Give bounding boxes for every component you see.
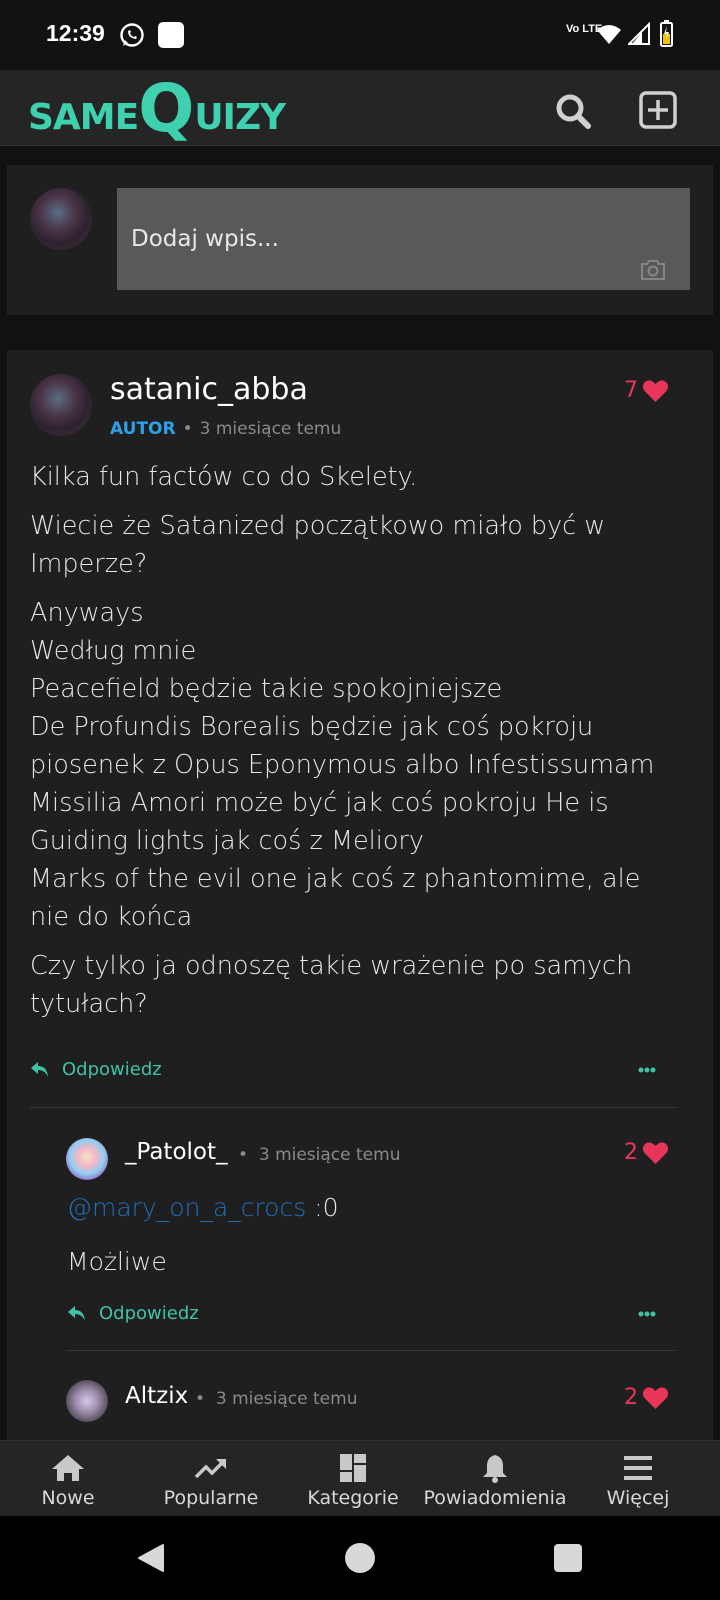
comment-avatar[interactable]	[66, 1138, 108, 1180]
samequizy-logo[interactable]: SAMEQUIZY	[28, 74, 286, 144]
mention-link[interactable]: @mary_on_a_crocs	[67, 1193, 306, 1222]
comment-like-button[interactable]: 2	[624, 1385, 669, 1410]
bottom-nav: Nowe Popularne Kategorie Powiadomienia W…	[0, 1440, 720, 1516]
post-paragraph: Czy tylko ja odnoszę takie wrażenie po s…	[30, 951, 633, 1019]
heart-icon	[642, 1386, 669, 1409]
divider	[30, 1107, 677, 1108]
whatsapp-icon	[120, 23, 144, 47]
comment-text: @mary_on_a_crocs :0	[67, 1193, 339, 1222]
more-options-icon[interactable]	[638, 1067, 656, 1073]
comment-reply-button[interactable]: Odpowiedz	[67, 1303, 199, 1324]
comment-meta: • 3 miesiące temu	[238, 1145, 401, 1165]
post-time: 3 miesiące temu	[199, 419, 342, 439]
post-paragraph: Kilka fun factów co do Skelety.	[30, 462, 418, 492]
post-meta: AUTOR • 3 miesiące temu	[110, 419, 342, 439]
author-badge: AUTOR	[110, 419, 176, 439]
home-button[interactable]	[345, 1543, 375, 1573]
compose-input[interactable]	[117, 188, 690, 290]
user-avatar[interactable]	[30, 188, 92, 250]
system-nav-bar	[0, 1516, 720, 1600]
recent-apps-button[interactable]	[554, 1544, 582, 1572]
nav-item-powiadomienia[interactable]: Powiadomienia	[420, 1441, 570, 1517]
post-body: Kilka fun factów co do Skelety. Wiecie ż…	[30, 458, 670, 1034]
heart-icon	[642, 1141, 669, 1164]
comment-author[interactable]: Altzix	[125, 1383, 188, 1409]
reply-icon	[31, 1061, 48, 1077]
post-author[interactable]: satanic_abba	[110, 372, 308, 407]
battery-icon	[660, 20, 673, 47]
status-time: 12:39	[46, 20, 105, 46]
bell-icon	[483, 1455, 507, 1483]
add-post-icon[interactable]	[638, 90, 678, 130]
signal-icon	[628, 22, 650, 45]
like-count: 7	[624, 378, 638, 403]
wifi-icon	[597, 25, 621, 44]
camera-icon[interactable]	[639, 258, 667, 282]
nav-item-kategorie[interactable]: Kategorie	[300, 1441, 406, 1517]
nav-item-wiecej[interactable]: Więcej	[596, 1441, 680, 1517]
post-card: satanic_abba AUTOR • 3 miesiące temu 7 Kil…	[7, 350, 713, 1440]
home-icon	[52, 1455, 84, 1481]
app-header: SAMEQUIZY	[0, 70, 720, 146]
post-paragraph: Anyways Według mnie Peacefield będzie ta…	[30, 598, 655, 932]
nav-item-popularne[interactable]: Popularne	[150, 1441, 272, 1517]
dashboard-icon	[340, 1454, 366, 1482]
comment-text: Możliwe	[67, 1247, 167, 1276]
status-bar: 12:39 Vo LTE	[0, 0, 720, 70]
compose-box	[7, 165, 713, 315]
post-paragraph: Wiecie że Satanized początkowo miało być…	[30, 511, 606, 579]
comment-meta: • 3 miesiące temu	[195, 1389, 358, 1409]
comment-like-button[interactable]: 2	[624, 1140, 669, 1165]
author-avatar[interactable]	[30, 374, 92, 436]
trending-icon	[194, 1459, 226, 1479]
post-like-button[interactable]: 7	[624, 378, 669, 403]
back-icon[interactable]	[136, 1543, 166, 1573]
search-icon[interactable]	[554, 92, 592, 130]
nav-item-nowe[interactable]: Nowe	[28, 1441, 108, 1517]
divider	[67, 1350, 675, 1351]
menu-icon	[624, 1456, 652, 1480]
heart-icon	[642, 379, 669, 402]
notification-icon	[158, 22, 184, 48]
post-reply-button[interactable]: Odpowiedz	[30, 1059, 162, 1080]
comment-author[interactable]: _Patolot_	[125, 1139, 228, 1165]
reply-icon	[68, 1305, 85, 1321]
more-options-icon[interactable]	[638, 1311, 656, 1317]
comment-avatar[interactable]	[66, 1380, 108, 1422]
